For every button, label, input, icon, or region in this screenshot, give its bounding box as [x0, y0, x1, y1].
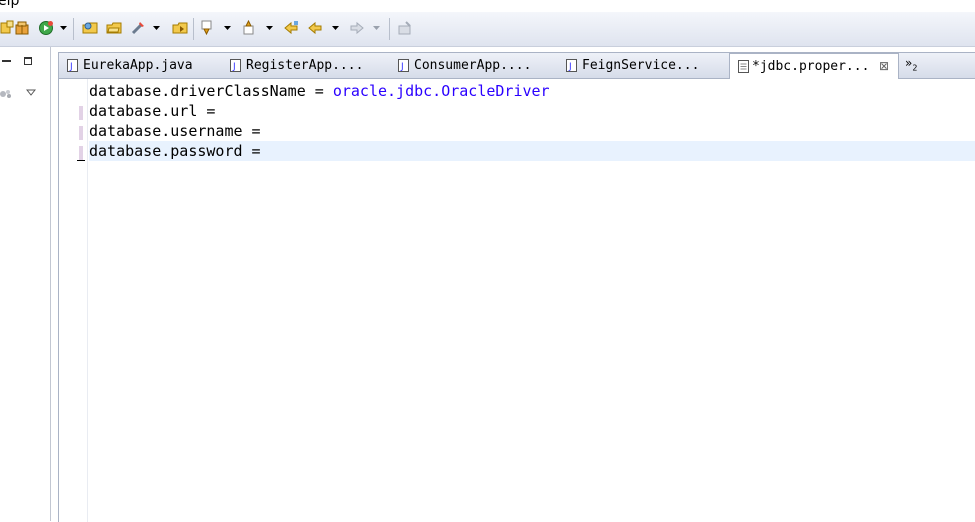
tab-label: *jdbc.proper... — [752, 59, 870, 74]
tab-overflow-button[interactable]: »2 — [905, 56, 917, 72]
svg-text:J: J — [232, 62, 236, 72]
maximize-icon[interactable] — [24, 57, 32, 65]
editor-area: J EurekaApp.java J RegisterApp.... J Con… — [58, 52, 975, 522]
property-key: database.driverClassName — [89, 82, 306, 100]
code-line-current[interactable]: database.password = — [89, 141, 975, 161]
main-toolbar — [0, 12, 975, 47]
open-perspective-icon[interactable] — [172, 20, 188, 36]
editor-left-ruler — [59, 79, 88, 522]
tab-label: RegisterApp.... — [246, 58, 364, 73]
run-dropdown-arrow[interactable] — [59, 20, 68, 36]
open-type-icon[interactable] — [82, 20, 98, 36]
tab-label: EurekaApp.java — [83, 58, 193, 73]
toolbar-separator — [193, 18, 194, 40]
previous-annotation-dropdown-arrow[interactable] — [265, 20, 274, 36]
tab-eureka-app[interactable]: J EurekaApp.java — [59, 53, 222, 78]
tab-label: ConsumerApp.... — [414, 58, 532, 73]
search-dropdown-arrow[interactable] — [152, 20, 161, 36]
forward-icon[interactable] — [349, 20, 365, 36]
property-key: database.username — [89, 122, 243, 140]
property-key: database.password — [89, 142, 243, 160]
change-marker — [79, 126, 83, 140]
code-line[interactable]: database.driverClassName = oracle.jdbc.O… — [89, 81, 975, 101]
svg-text:J: J — [568, 62, 572, 72]
overflow-count: 2 — [912, 63, 918, 73]
code-line[interactable]: database.url = — [89, 101, 975, 121]
pin-editor-icon[interactable] — [397, 20, 413, 36]
close-icon[interactable]: ⊠ — [879, 54, 889, 79]
search-icon[interactable] — [130, 20, 146, 36]
toolbar-separator — [389, 18, 390, 40]
property-value: oracle.jdbc.OracleDriver — [332, 82, 550, 100]
run-icon[interactable] — [38, 20, 54, 36]
property-key: database.url — [89, 102, 198, 120]
back-icon[interactable] — [307, 20, 323, 36]
properties-file-icon — [738, 60, 749, 73]
build-icon[interactable] — [14, 20, 30, 36]
back-dropdown-arrow[interactable] — [331, 20, 340, 36]
code-line[interactable]: database.username = — [89, 121, 975, 141]
java-file-icon: J — [398, 59, 409, 72]
tab-label: FeignService... — [582, 58, 700, 73]
svg-text:J: J — [69, 62, 73, 72]
editor-tab-bar: J EurekaApp.java J RegisterApp.... J Con… — [59, 53, 975, 79]
java-file-icon: J — [566, 59, 577, 72]
java-file-icon: J — [230, 59, 241, 72]
property-separator: = — [242, 122, 261, 140]
java-file-icon: J — [67, 59, 78, 72]
tab-register-app[interactable]: J RegisterApp.... — [222, 53, 390, 78]
property-separator: = — [197, 102, 216, 120]
menu-bar: elp — [0, 0, 975, 12]
previous-annotation-icon[interactable] — [241, 19, 257, 36]
change-marker — [79, 146, 83, 160]
caret-marker — [77, 160, 85, 161]
minimized-view-panel — [0, 47, 51, 521]
view-menu-icon[interactable] — [0, 84, 12, 103]
tab-feign-service[interactable]: J FeignService... — [558, 53, 729, 78]
tab-consumer-app[interactable]: J ConsumerApp.... — [390, 53, 558, 78]
toolbar-separator — [73, 18, 74, 40]
forward-dropdown-arrow[interactable] — [372, 20, 381, 36]
next-annotation-dropdown-arrow[interactable] — [223, 20, 232, 36]
property-separator: = — [242, 142, 261, 160]
open-task-icon[interactable] — [106, 20, 122, 36]
next-annotation-icon[interactable] — [199, 20, 215, 36]
change-marker — [79, 106, 83, 120]
svg-text:J: J — [400, 62, 404, 72]
menu-help[interactable]: elp — [0, 0, 19, 9]
property-separator: = — [305, 82, 333, 100]
minimize-icon[interactable] — [2, 60, 11, 62]
chevron-down-icon[interactable] — [25, 82, 37, 101]
last-edit-location-icon[interactable] — [283, 20, 299, 36]
tab-jdbc-properties[interactable]: *jdbc.proper... ⊠ — [729, 53, 899, 79]
code-editor[interactable]: database.driverClassName = oracle.jdbc.O… — [59, 79, 975, 522]
